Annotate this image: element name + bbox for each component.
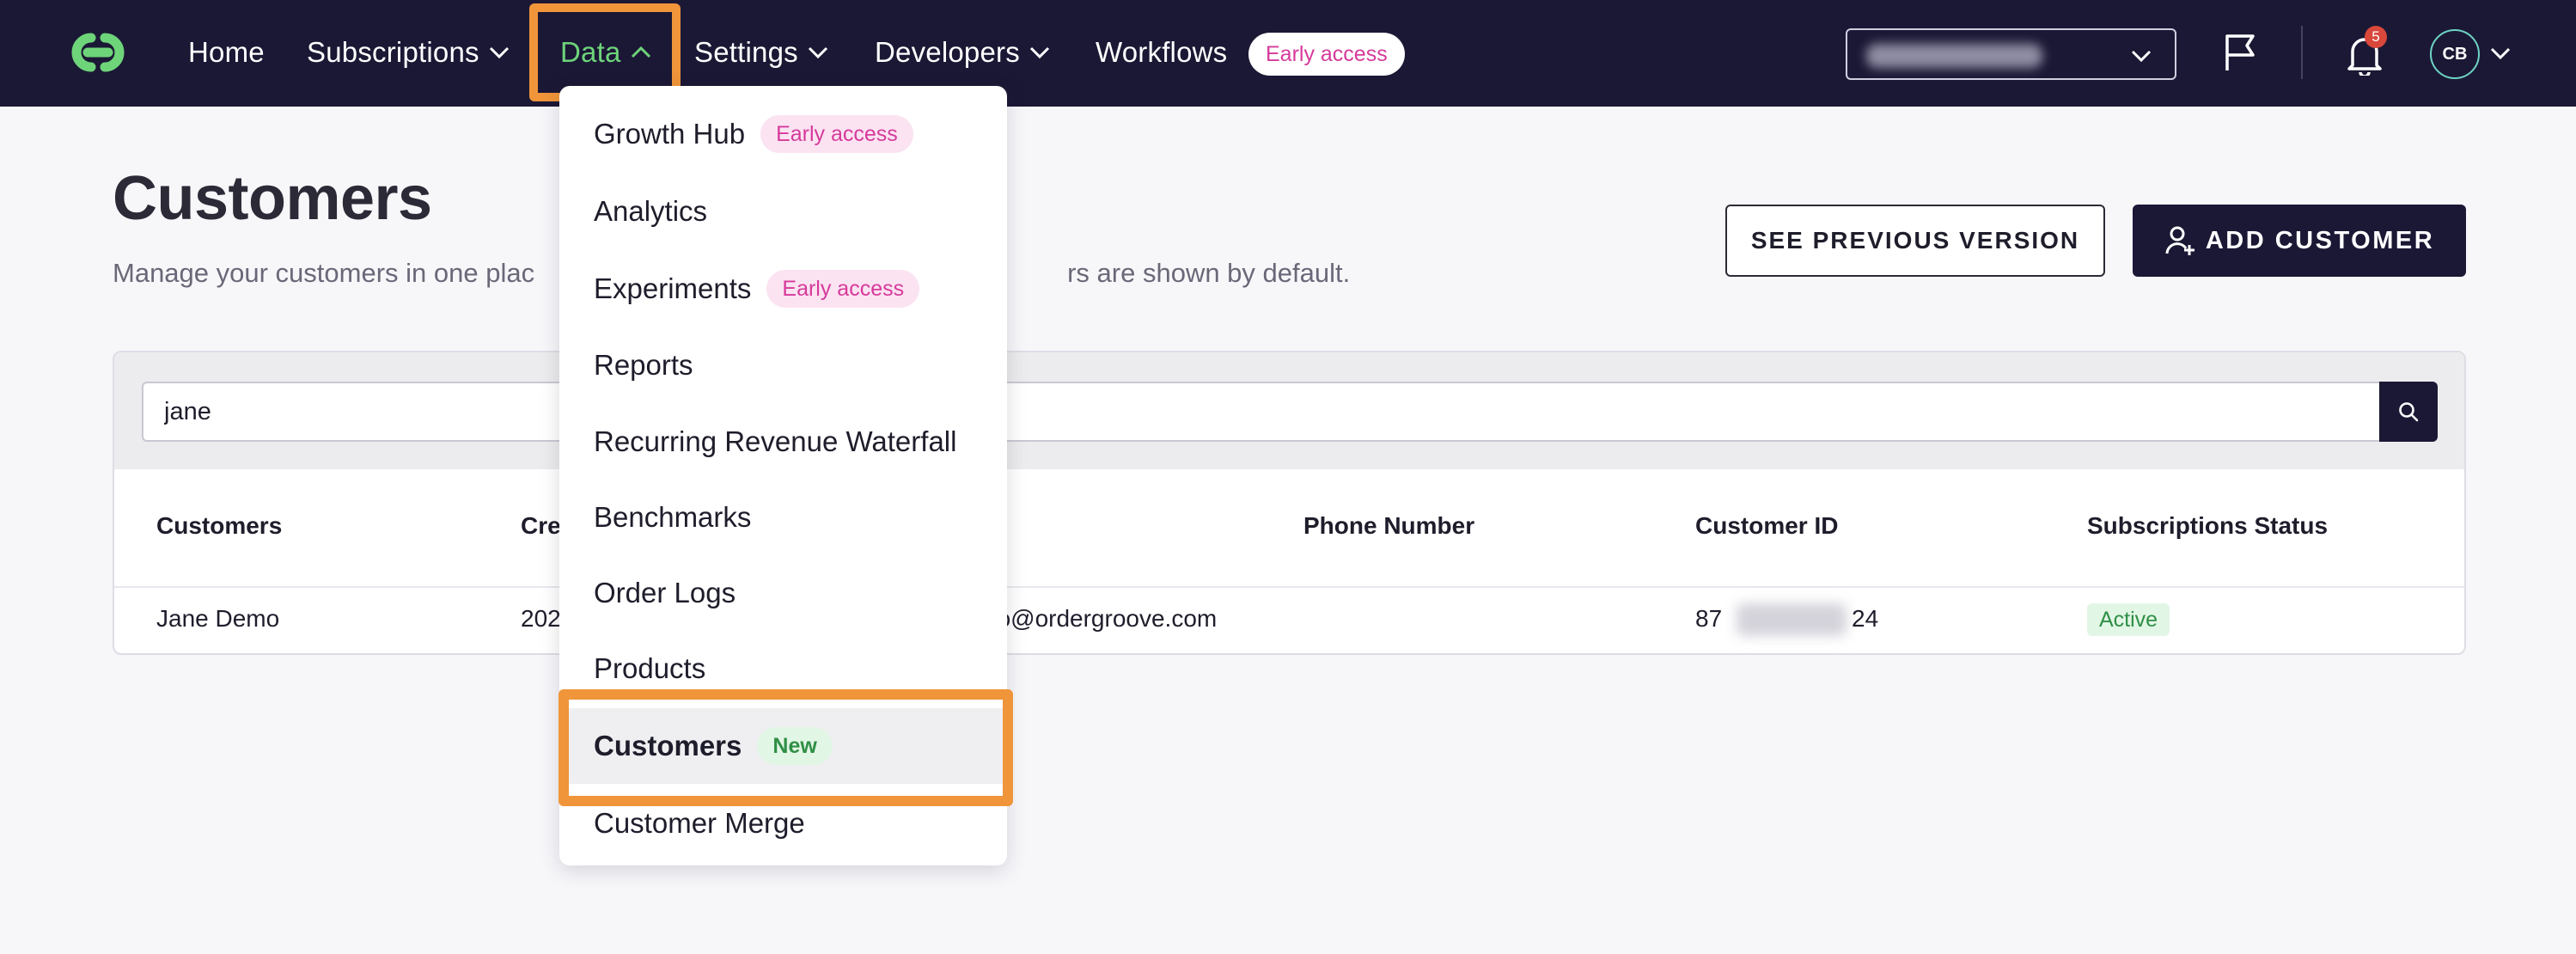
menu-item-label: Experiments [594, 272, 752, 304]
chevron-down-icon [489, 46, 509, 59]
nav-workflows-label: Workflows [1096, 36, 1228, 68]
add-customer-label: ADD CUSTOMER [2205, 226, 2435, 254]
cell-email: no@ordergroove.com [984, 605, 1218, 632]
column-header-customers[interactable]: Customers [156, 512, 282, 540]
search-icon [2399, 402, 2419, 422]
nav-home[interactable]: Home [188, 33, 265, 72]
menu-item-label: Recurring Revenue Waterfall [594, 425, 957, 457]
nav-settings[interactable]: Settings [694, 33, 829, 72]
column-header-customer-id[interactable]: Customer ID [1695, 512, 1838, 540]
nav-home-label: Home [188, 36, 265, 68]
menu-item-analytics[interactable]: Analytics [559, 174, 1007, 249]
nav-subscriptions[interactable]: Subscriptions [307, 33, 510, 72]
menu-item-label: Customer Merge [594, 807, 805, 839]
customer-id-redacted [1737, 603, 1847, 636]
see-previous-version-button[interactable]: SEE PREVIOUS VERSION [1725, 205, 2105, 277]
nav-developers[interactable]: Developers [875, 33, 1051, 72]
menu-item-label: Analytics [594, 195, 708, 227]
menu-item-recurring-revenue-waterfall[interactable]: Recurring Revenue Waterfall [559, 404, 1007, 480]
menu-item-products[interactable]: Products [559, 631, 1007, 706]
column-header-created[interactable]: Cre [521, 512, 561, 540]
search-button[interactable] [2379, 382, 2438, 442]
menu-item-reports[interactable]: Reports [559, 327, 1007, 403]
page-title: Customers [113, 164, 432, 233]
search-input[interactable] [142, 382, 2381, 442]
menu-item-order-logs[interactable]: Order Logs [559, 555, 1007, 631]
early-access-badge: Early access [760, 115, 913, 153]
menu-item-label: Reports [594, 349, 693, 381]
chevron-down-icon [808, 46, 827, 59]
menu-item-label: Order Logs [594, 577, 736, 608]
chevron-down-icon [1029, 46, 1049, 59]
table-divider [114, 586, 2464, 588]
flag-icon[interactable] [2223, 33, 2257, 72]
chevron-up-icon [631, 46, 650, 58]
account-select[interactable] [1846, 28, 2176, 80]
menu-item-benchmarks[interactable]: Benchmarks [559, 480, 1007, 555]
notification-count-badge: 5 [2365, 26, 2387, 48]
menu-item-customer-merge[interactable]: Customer Merge [559, 786, 1007, 861]
nav-data-label: Data [560, 36, 621, 68]
workflows-early-access-badge: Early access [1248, 33, 1405, 76]
status-badge: Active [2087, 603, 2170, 636]
menu-item-label: Growth Hub [594, 118, 746, 150]
page-subtitle-left: Manage your customers in one plac [113, 258, 535, 288]
nav-workflows[interactable]: Workflows [1096, 33, 1227, 72]
cell-created: 202 [521, 605, 561, 632]
brand-logo-icon[interactable] [62, 28, 134, 77]
data-dropdown-menu: Growth Hub Early access Analytics Experi… [559, 86, 1007, 865]
column-header-subscription-status[interactable]: Subscriptions Status [2087, 512, 2328, 540]
menu-item-customers[interactable]: Customers New [559, 708, 1007, 784]
chevron-down-icon[interactable] [2489, 46, 2512, 60]
nav-divider [2301, 26, 2303, 79]
account-name-redacted [1866, 44, 2042, 68]
early-access-badge: Early access [766, 270, 920, 308]
cell-customer-id-end: 24 [1852, 605, 1879, 632]
add-customer-button[interactable]: ADD CUSTOMER [2133, 205, 2466, 277]
search-bar [114, 352, 2464, 469]
cell-customer-name[interactable]: Jane Demo [156, 605, 279, 633]
nav-developers-label: Developers [875, 36, 1020, 68]
menu-item-experiments[interactable]: Experiments Early access [559, 251, 1007, 327]
customers-table-card: Customers Cre Phone Number Customer ID S… [113, 351, 2466, 655]
nav-data[interactable]: Data [560, 33, 652, 72]
menu-item-label: Benchmarks [594, 501, 752, 533]
new-badge: New [757, 727, 833, 765]
menu-item-growth-hub[interactable]: Growth Hub Early access [559, 96, 1007, 172]
cell-customer-id-start: 87 [1695, 605, 1723, 632]
chevron-down-icon [2131, 50, 2152, 63]
column-header-phone[interactable]: Phone Number [1303, 512, 1474, 540]
add-user-icon [2165, 226, 2194, 255]
top-navbar: Home Subscriptions Data Settings Develop… [0, 0, 2576, 107]
user-avatar[interactable]: CB [2430, 29, 2480, 79]
page-subtitle-right: rs are shown by default. [1067, 258, 1351, 288]
menu-item-label: Products [594, 652, 706, 684]
nav-subscriptions-label: Subscriptions [307, 36, 479, 68]
menu-item-label: Customers [594, 730, 742, 761]
nav-settings-label: Settings [694, 36, 798, 68]
